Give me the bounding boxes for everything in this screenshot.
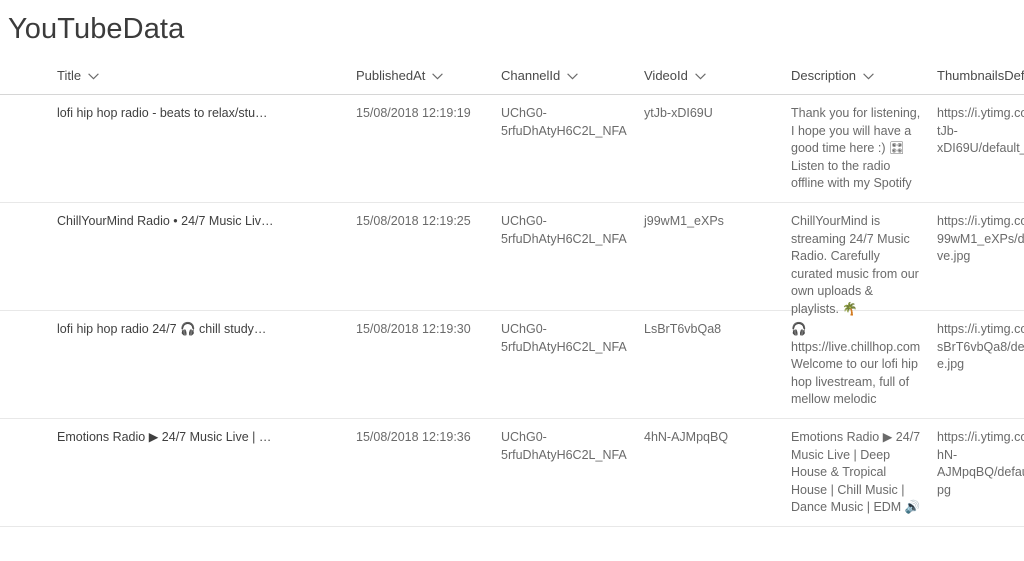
cell-title: ChillYourMind Radio • 24/7 Music Liv… xyxy=(57,214,274,228)
chevron-down-icon[interactable] xyxy=(432,73,444,80)
column-header-label: Description xyxy=(791,68,857,83)
column-header-description[interactable]: Description xyxy=(791,68,874,83)
table-row[interactable]: lofi hip hop radio - beats to relax/stu…… xyxy=(0,95,1024,203)
youtube-data-page: YouTubeData Title PublishedAt ChannelId Vid… xyxy=(0,0,1024,561)
cell-title: lofi hip hop radio - beats to relax/stu… xyxy=(57,106,268,120)
table-row[interactable]: lofi hip hop radio 24/7 🎧 chill study… 15… xyxy=(0,311,1024,419)
cell-videoId: ytJb-xDI69U xyxy=(644,106,713,120)
table-body: lofi hip hop radio - beats to relax/stu…… xyxy=(0,95,1024,527)
chevron-down-icon[interactable] xyxy=(695,73,706,80)
table-row[interactable]: Emotions Radio ▶ 24/7 Music Live | … 15/0… xyxy=(0,419,1024,527)
cell-thumbnails: https://i.ytimg.co sBrT6vbQa8/def e.jpg xyxy=(937,322,1024,372)
column-header-label: PublishedAt xyxy=(356,68,426,83)
cell-publishedAt: 15/08/2018 12:19:19 xyxy=(356,106,471,120)
chevron-down-icon[interactable] xyxy=(88,73,99,80)
column-header-publishedAt[interactable]: PublishedAt xyxy=(356,68,444,83)
column-header-label: Title xyxy=(57,68,82,83)
column-header-label: ChannelId xyxy=(501,68,561,83)
cell-channelId: UChG0-5rfuDhAtyH6C2L_NFA xyxy=(501,430,627,462)
cell-description: Emotions Radio ▶ 24/7 Music Live | Deep … xyxy=(791,430,924,515)
table-header-row: Title PublishedAt ChannelId VideoId Descript… xyxy=(0,64,1024,95)
chevron-down-icon[interactable] xyxy=(863,73,874,80)
column-header-videoId[interactable]: VideoId xyxy=(644,68,706,83)
cell-description: ChillYourMind is streaming 24/7 Music Ra… xyxy=(791,214,923,316)
cell-channelId: UChG0-5rfuDhAtyH6C2L_NFA xyxy=(501,322,627,354)
cell-description: Thank you for listening, I hope you will… xyxy=(791,106,924,191)
data-table: Title PublishedAt ChannelId VideoId Descript… xyxy=(0,64,1024,527)
cell-publishedAt: 15/08/2018 12:19:36 xyxy=(356,430,471,444)
cell-videoId: j99wM1_eXPs xyxy=(644,214,724,228)
column-header-label: ThumbnailsDefa xyxy=(937,68,1024,83)
column-header-channelId[interactable]: ChannelId xyxy=(501,68,579,83)
cell-channelId: UChG0-5rfuDhAtyH6C2L_NFA xyxy=(501,214,627,246)
cell-publishedAt: 15/08/2018 12:19:30 xyxy=(356,322,471,336)
cell-thumbnails: https://i.ytimg.co tJb-xDI69U/default_ xyxy=(937,106,1024,156)
cell-title: Emotions Radio ▶ 24/7 Music Live | … xyxy=(57,430,272,444)
cell-thumbnails: https://i.ytimg.co hN-AJMpqBQ/defau pg xyxy=(937,430,1024,497)
column-header-thumbnails[interactable]: ThumbnailsDefa xyxy=(937,68,1024,83)
table-row[interactable]: ChillYourMind Radio • 24/7 Music Liv… 15/… xyxy=(0,203,1024,316)
cell-publishedAt: 15/08/2018 12:19:25 xyxy=(356,214,471,228)
column-header-label: VideoId xyxy=(644,68,688,83)
cell-videoId: LsBrT6vbQa8 xyxy=(644,322,722,336)
cell-thumbnails: https://i.ytimg.co 99wM1_eXPs/de ve.jpg xyxy=(937,214,1024,264)
chevron-down-icon[interactable] xyxy=(567,73,579,80)
cell-description: 🎧 https://live.chillhop.com Welcome to o… xyxy=(791,322,921,407)
cell-channelId: UChG0-5rfuDhAtyH6C2L_NFA xyxy=(501,106,627,138)
cell-title: lofi hip hop radio 24/7 🎧 chill study… xyxy=(57,322,267,336)
page-title: YouTubeData xyxy=(8,13,185,45)
cell-videoId: 4hN-AJMpqBQ xyxy=(644,430,729,444)
column-header-title[interactable]: Title xyxy=(57,68,99,83)
